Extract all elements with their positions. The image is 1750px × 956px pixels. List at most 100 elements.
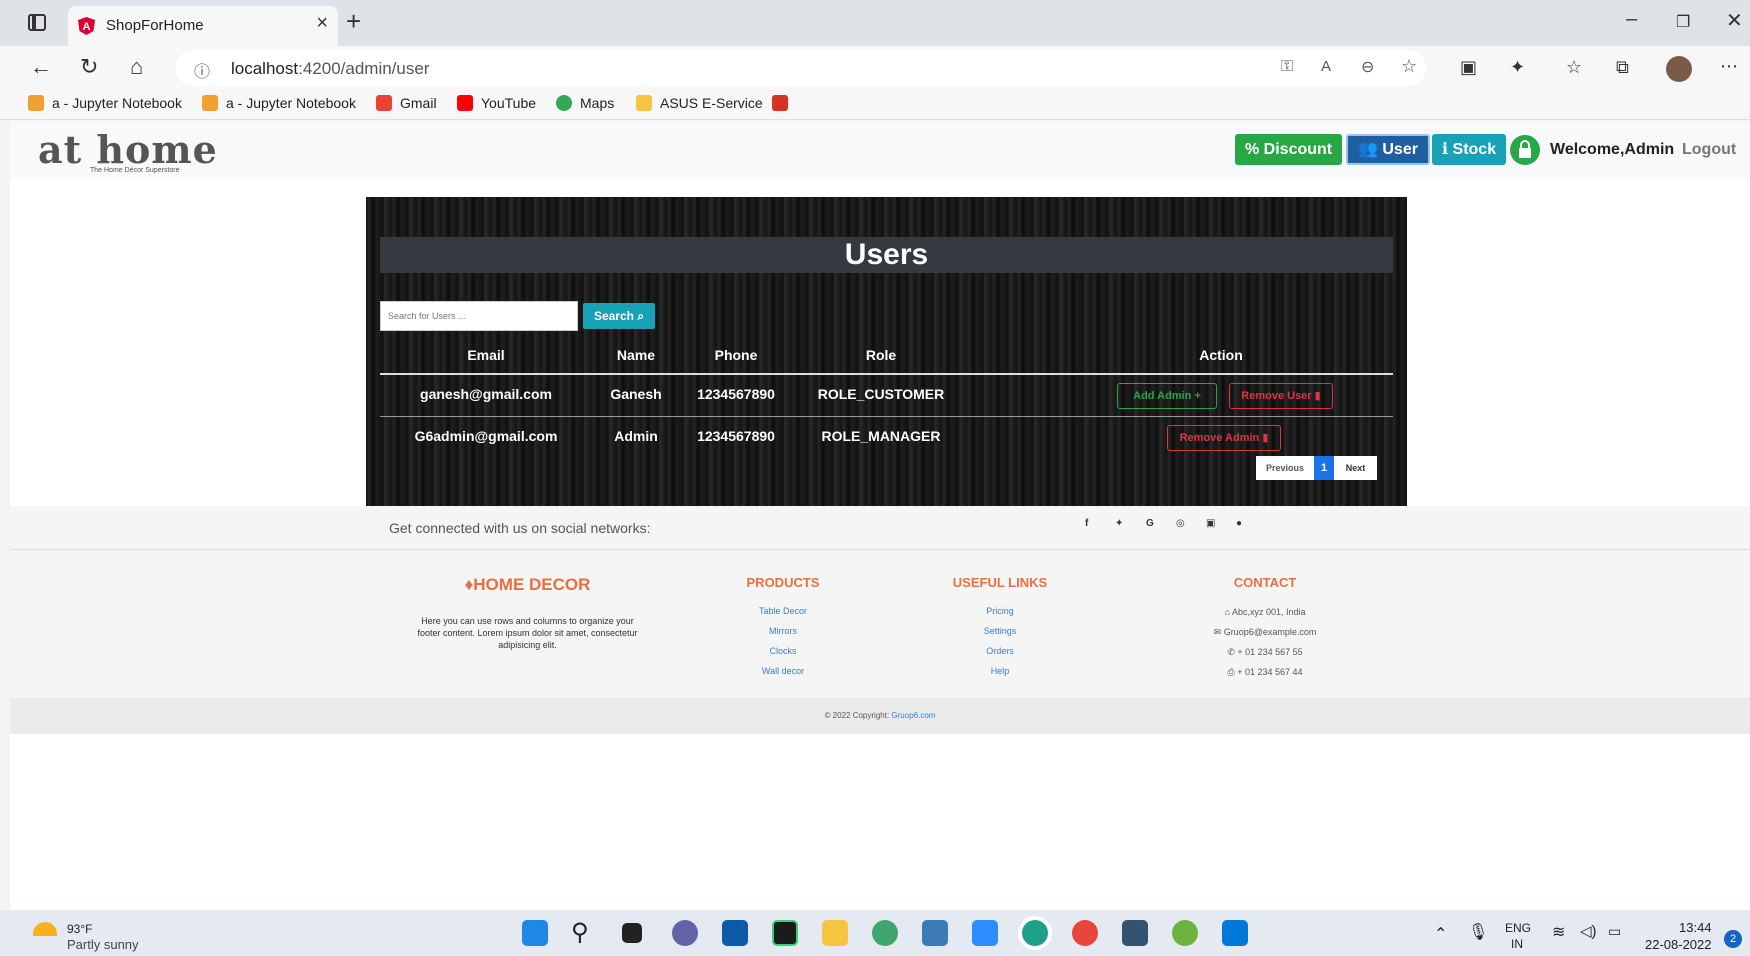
link-orders[interactable]: Orders <box>925 646 1075 656</box>
stock-button[interactable]: ℹ Stock <box>1432 134 1507 165</box>
mail-icon[interactable] <box>722 920 748 946</box>
mysql-workbench-icon[interactable] <box>1122 920 1148 946</box>
site-header: at home The Home Décor Superstore % Disc… <box>10 121 1750 179</box>
tab-actions-icon[interactable] <box>28 14 46 31</box>
remove-user-button[interactable]: Remove User ▮ <box>1229 383 1333 409</box>
link-wall-decor[interactable]: Wall decor <box>718 666 848 676</box>
close-window-icon[interactable]: ✕ <box>1726 8 1743 33</box>
contact-heading: CONTACT <box>1233 575 1297 590</box>
logout-link[interactable]: Logout <box>1682 141 1736 159</box>
previous-button[interactable]: Previous <box>1256 456 1314 480</box>
collections-icon[interactable]: ⧉ <box>1616 57 1629 78</box>
youtube-icon <box>457 95 473 111</box>
page-1-button[interactable]: 1 <box>1314 456 1334 480</box>
maps-icon <box>556 95 572 111</box>
bookmark-jupyter-2[interactable]: a - Jupyter Notebook <box>202 95 356 111</box>
gmail-icon <box>376 95 392 111</box>
python-icon[interactable] <box>922 920 948 946</box>
linkedin-icon[interactable]: ▣ <box>1206 518 1215 529</box>
extension-icon[interactable]: ▣ <box>1460 57 1477 78</box>
brand-text-3: adipisicing elit. <box>498 640 557 650</box>
github-icon[interactable]: ● <box>1236 518 1242 529</box>
battery-icon[interactable]: ▭ <box>1608 923 1621 940</box>
address-bar-row: ← ↻ ⌂ ⓘ localhost:4200/admin/user ⚿ A ⊖ … <box>0 46 1750 90</box>
pycharm-icon[interactable] <box>772 920 798 946</box>
chevron-up-icon[interactable]: ⌃ <box>1434 924 1447 944</box>
weather-temp[interactable]: 93°F <box>67 922 92 936</box>
copyright-link[interactable]: Gruop6.com <box>891 711 935 720</box>
profile-avatar[interactable] <box>1666 56 1692 82</box>
discount-button[interactable]: % Discount <box>1235 134 1343 165</box>
language-code[interactable]: ENG <box>1505 921 1531 935</box>
search-icon[interactable]: ⚲ <box>571 918 589 947</box>
restore-icon[interactable]: ❐ <box>1676 12 1690 32</box>
favorites-icon[interactable]: ☆ <box>1566 57 1582 78</box>
bookmarks-bar: a - Jupyter Notebook a - Jupyter Noteboo… <box>0 90 1750 120</box>
clock-date[interactable]: 22-08-2022 <box>1645 937 1712 952</box>
search-input[interactable] <box>380 301 578 331</box>
brand-text-1: Here you can use rows and columns to org… <box>421 616 634 626</box>
google-icon[interactable]: G <box>1146 518 1154 529</box>
read-aloud-icon[interactable]: A <box>1321 58 1331 75</box>
wifi-icon[interactable]: ≋ <box>1552 922 1565 942</box>
link-table-decor[interactable]: Table Decor <box>718 606 848 616</box>
volume-icon[interactable]: ◁) <box>1580 922 1597 940</box>
edge-icon[interactable] <box>1022 920 1048 946</box>
social-bar: Get connected with us on social networks… <box>10 506 1750 550</box>
refresh-icon[interactable]: ↻ <box>80 54 98 80</box>
task-view-icon[interactable] <box>622 923 642 943</box>
vscode-icon[interactable] <box>1222 920 1248 946</box>
users-title-bar: Users <box>380 237 1393 273</box>
more-icon[interactable]: ⋯ <box>1720 56 1738 77</box>
language-region[interactable]: IN <box>1511 937 1523 951</box>
weather-icon[interactable] <box>33 922 57 936</box>
minimize-icon[interactable]: – <box>1626 8 1637 31</box>
browser-tab[interactable]: A ShopForHome × <box>68 6 338 46</box>
notification-badge[interactable]: 2 <box>1724 930 1742 948</box>
info-icon[interactable]: ⓘ <box>194 58 210 82</box>
maps-app-icon[interactable] <box>872 920 898 946</box>
close-tab-icon[interactable]: × <box>316 12 328 35</box>
welcome-text: Welcome,Admin <box>1550 141 1675 158</box>
link-help[interactable]: Help <box>925 666 1075 676</box>
bookmark-maps[interactable]: Maps <box>556 95 614 111</box>
link-clocks[interactable]: Clocks <box>718 646 848 656</box>
row1-role: ROLE_CUSTOMER <box>817 386 945 402</box>
back-icon[interactable]: ← <box>30 54 52 80</box>
start-icon[interactable] <box>522 920 548 946</box>
tab-bar: A ShopForHome × + – ❐ ✕ <box>0 0 1750 46</box>
next-button[interactable]: Next <box>1334 456 1377 480</box>
bookmark-pdf[interactable] <box>772 95 796 111</box>
remove-admin-button[interactable]: Remove Admin ▮ <box>1167 425 1281 451</box>
link-mirrors[interactable]: Mirrors <box>718 626 848 636</box>
zoom-app-icon[interactable] <box>972 920 998 946</box>
instagram-icon[interactable]: ◎ <box>1176 518 1185 529</box>
spring-tools-icon[interactable] <box>1172 920 1198 946</box>
file-explorer-icon[interactable] <box>822 920 848 946</box>
bookmark-jupyter-1[interactable]: a - Jupyter Notebook <box>28 95 182 111</box>
address-bar[interactable]: ⓘ localhost:4200/admin/user ⚿ A ⊖ ☆ <box>176 50 1426 86</box>
clock-time[interactable]: 13:44 <box>1679 920 1712 935</box>
new-tab-icon[interactable]: + <box>346 6 361 37</box>
user-button[interactable]: 👥 User <box>1346 134 1430 165</box>
home-icon[interactable]: ⌂ <box>130 54 143 80</box>
zoom-icon[interactable]: ⊖ <box>1361 57 1374 77</box>
weather-text[interactable]: Partly sunny <box>67 937 139 952</box>
teams-icon[interactable] <box>672 920 698 946</box>
twitter-icon[interactable]: ✦ <box>1115 518 1123 529</box>
favorite-icon[interactable]: ☆ <box>1401 56 1417 77</box>
microphone-icon[interactable]: 🎙 <box>1468 922 1488 942</box>
chrome-icon[interactable] <box>1072 920 1098 946</box>
bookmark-asus[interactable]: ASUS E-Service <box>636 95 763 111</box>
add-admin-button[interactable]: Add Admin + <box>1117 383 1217 409</box>
print-icon: ⎙ <box>1227 667 1235 677</box>
puzzle-icon[interactable]: ✦ <box>1510 57 1525 78</box>
link-pricing[interactable]: Pricing <box>925 606 1075 616</box>
bookmark-youtube[interactable]: YouTube <box>457 95 536 111</box>
bookmark-gmail[interactable]: Gmail <box>376 95 437 111</box>
facebook-icon[interactable]: f <box>1085 518 1088 529</box>
link-settings[interactable]: Settings <box>925 626 1075 636</box>
site-logo[interactable]: at home The Home Décor Superstore <box>38 131 218 175</box>
search-button[interactable]: Search ⌕ <box>583 303 655 329</box>
key-icon[interactable]: ⚿ <box>1281 58 1293 76</box>
